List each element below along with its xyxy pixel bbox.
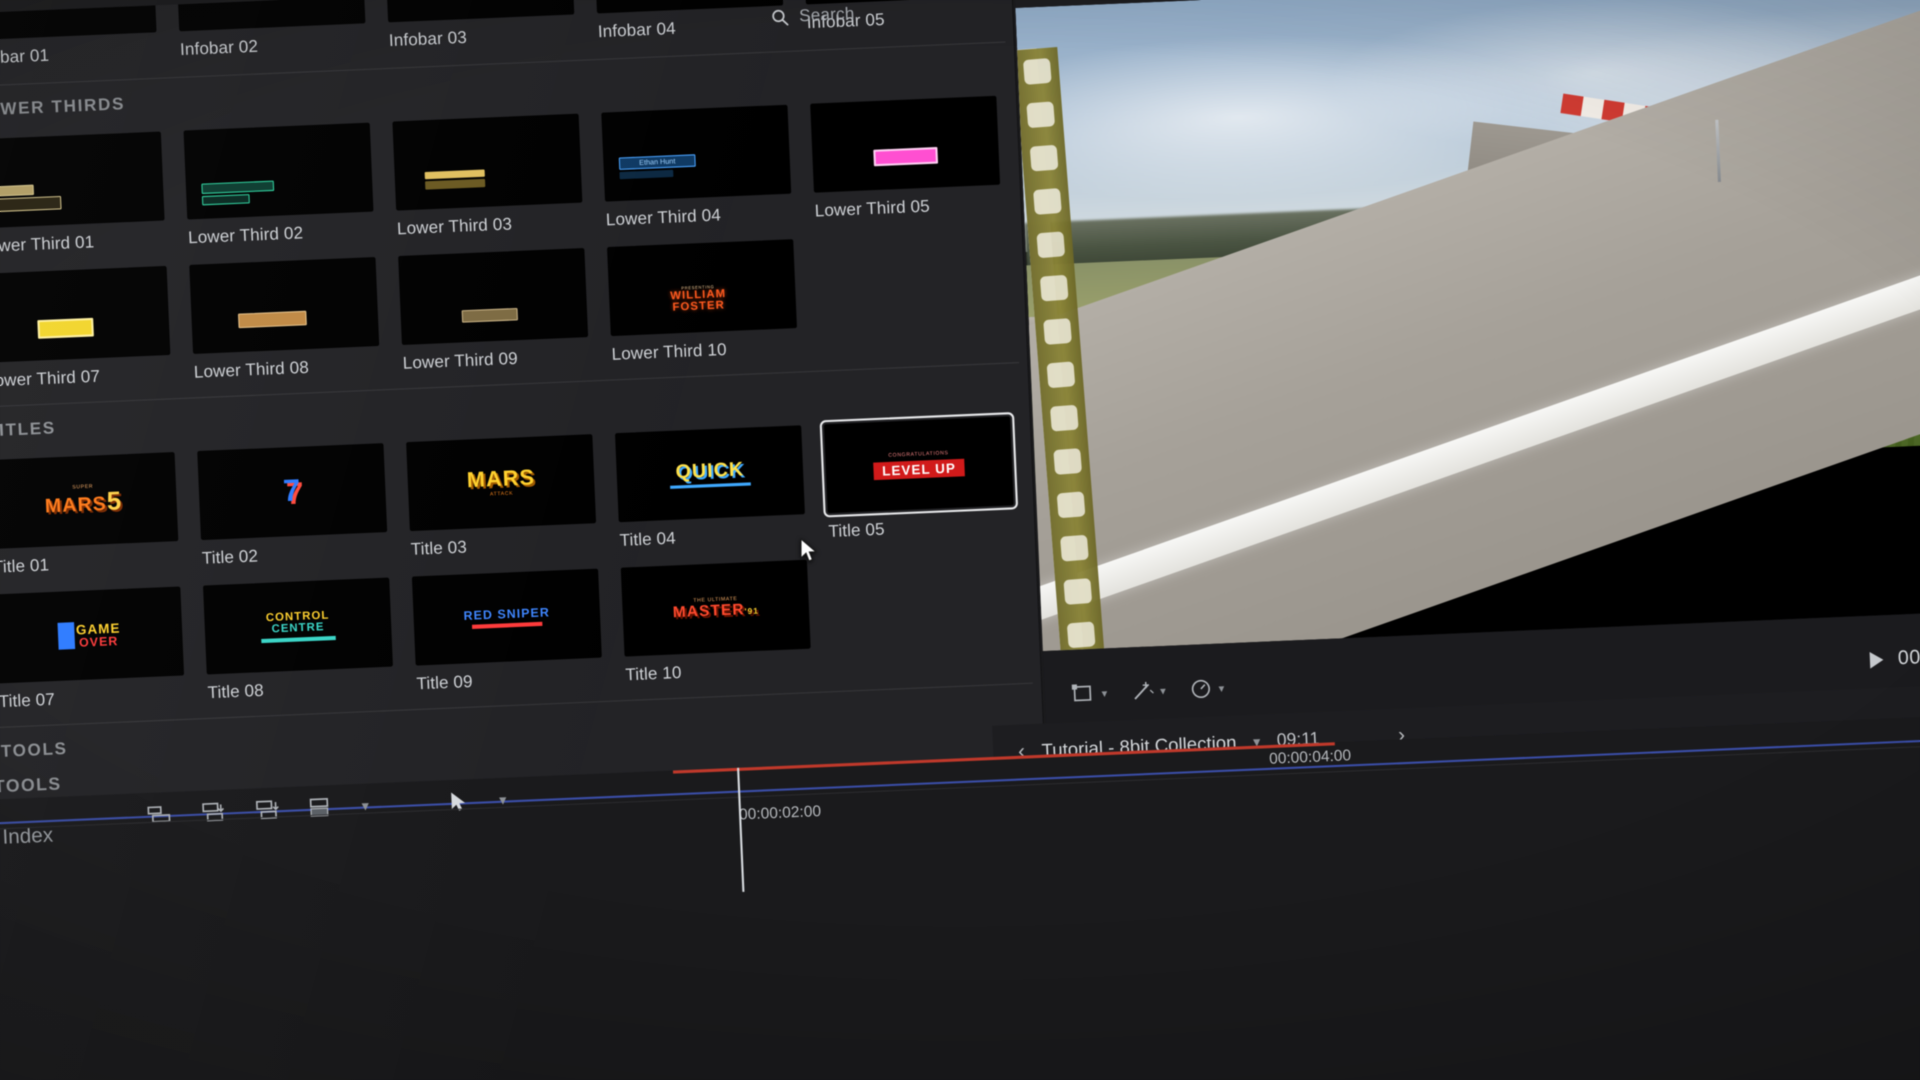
list-item-selected[interactable]: CONGRATULATIONS LEVEL UP Title 05 [824,416,1015,542]
list-item[interactable]: SUPER MARS5 Title 01 [0,452,180,578]
source-viewer-panel: 1080p HD 24p, Stereo Tutorial - 8bit Col… [1013,0,1920,740]
film-perforation [1047,361,1076,388]
film-perforation [1067,621,1096,648]
title-thumbnail[interactable]: GAME OVER [0,587,184,684]
mouse-pointer [800,538,818,564]
title-art: GAME OVER [57,620,121,650]
lower-third-thumbnail[interactable]: Ethan Hunt [601,105,791,202]
film-perforation [1057,491,1086,518]
section-titles: TITLES SUPER MARS5 Title 01 [0,363,1041,728]
titles-grid: SUPER MARS5 Title 01 7 [0,407,1041,728]
film-perforation [1063,578,1092,605]
speed-warp-icon [1188,677,1214,701]
chevron-down-icon[interactable]: ▾ [1160,684,1166,698]
film-perforation [1050,405,1079,432]
title-thumbnail[interactable]: THE ULTIMATE MASTER'91 [621,560,811,657]
speed-warp-tool[interactable]: ▾ [1188,677,1225,701]
viewer-video-area[interactable] [1015,0,1920,651]
film-perforation [1043,318,1072,345]
timeline-ruler-mark: 00:00:04:00 [1269,747,1352,768]
film-perforation [1053,448,1082,475]
viewer-timecode: 00:00:00:00 [1897,643,1920,670]
title-thumbnail[interactable]: RED SNIPER [412,569,602,666]
list-item[interactable]: Ethan Hunt Lower Third 04 [601,105,792,231]
title-art: CONGRATULATIONS LEVEL UP [873,450,964,480]
screen-photo: Infobar 01 Infobar 02 [0,0,1920,1080]
play-icon[interactable] [1870,651,1884,668]
title-thumbnail[interactable]: CONTROL CENTRE [203,578,393,675]
title-art: 7 [282,476,302,508]
title-thumbnail[interactable]: SUPER MARS5 [0,452,178,549]
film-perforation [1023,58,1052,85]
list-item[interactable]: QUICK Title 04 [615,425,806,551]
title-art: CONTROL CENTRE [260,609,336,642]
search-placeholder: Search [799,4,855,26]
lower-third-thumbnail[interactable] [184,123,374,220]
lower-third-thumbnail[interactable] [0,266,170,363]
film-perforation [1026,101,1055,128]
search-icon [771,8,789,26]
list-item[interactable]: Lower Third 03 [392,114,583,240]
list-item[interactable]: Lower Third 05 [810,96,1001,222]
magic-wand-tool[interactable]: ▾ [1130,679,1167,703]
title-thumbnail[interactable]: QUICK [615,425,805,522]
film-perforation [1040,275,1069,302]
film-perforation [1030,145,1059,172]
lower-third-thumbnail[interactable] [810,96,1000,193]
title-art: SUPER MARS5 [44,483,123,517]
lower-third-thumbnail[interactable] [392,114,582,211]
list-item[interactable]: CONTROL CENTRE Title 08 [203,578,394,704]
timeline-ruler-mark: 00:00:02:00 [739,803,822,824]
list-item[interactable]: MARS ATTACK Title 03 [406,434,597,560]
title-thumbnail[interactable]: 7 [197,443,387,540]
lower-third-thumbnail[interactable]: PRESENTING WILLIAM FOSTER [607,239,797,336]
list-item[interactable]: THE ULTIMATE MASTER'91 Title 10 [621,560,812,686]
title-thumbnail[interactable]: MARS ATTACK [406,434,596,531]
chevron-down-icon[interactable]: ▾ [1218,681,1224,695]
search-field[interactable]: Search [771,0,995,33]
lower-third-thumbnail[interactable] [398,248,588,345]
list-item[interactable]: RED SNIPER Title 09 [412,569,603,695]
film-perforation [1036,231,1065,258]
film-perforation [1060,535,1089,562]
lower-third-thumbnail[interactable] [0,132,165,229]
title-thumbnail[interactable]: CONGRATULATIONS LEVEL UP [824,416,1014,513]
section-lower-thirds: LOWER THIRDS Lower Third 01 [0,42,1027,407]
list-item[interactable]: PRESENTING WILLIAM FOSTER Lower Third 10 [607,239,798,365]
transform-tool[interactable]: ▾ [1071,682,1108,706]
lower-thirds-grid: Lower Third 01 Lower Third 02 [0,87,1027,408]
title-art: QUICK [669,459,751,488]
list-item[interactable]: Lower Third 07 [0,266,172,392]
list-item[interactable]: Lower Third 01 [0,132,166,258]
transform-icon [1071,682,1097,706]
resolve-app-window: Infobar 01 Infobar 02 [0,0,1920,1080]
lower-third-thumbnail[interactable] [189,257,379,354]
film-perforation [1033,188,1062,215]
section-header-tools-floating: TOOLS [0,774,62,798]
list-item[interactable]: Lower Third 08 [189,257,380,383]
list-item[interactable]: Lower Third 09 [398,248,589,374]
list-item[interactable]: Lower Third 02 [184,123,375,249]
video-frame [1015,0,1920,651]
title-art: THE ULTIMATE MASTER'91 [672,596,759,620]
magic-wand-icon [1130,680,1156,704]
title-art: RED SNIPER [463,605,550,628]
list-item[interactable]: GAME OVER Title 07 [0,587,185,713]
title-art: MARS ATTACK [466,467,535,499]
list-item[interactable]: 7 Title 02 [197,443,388,569]
chevron-down-icon[interactable]: ▾ [1101,686,1107,700]
